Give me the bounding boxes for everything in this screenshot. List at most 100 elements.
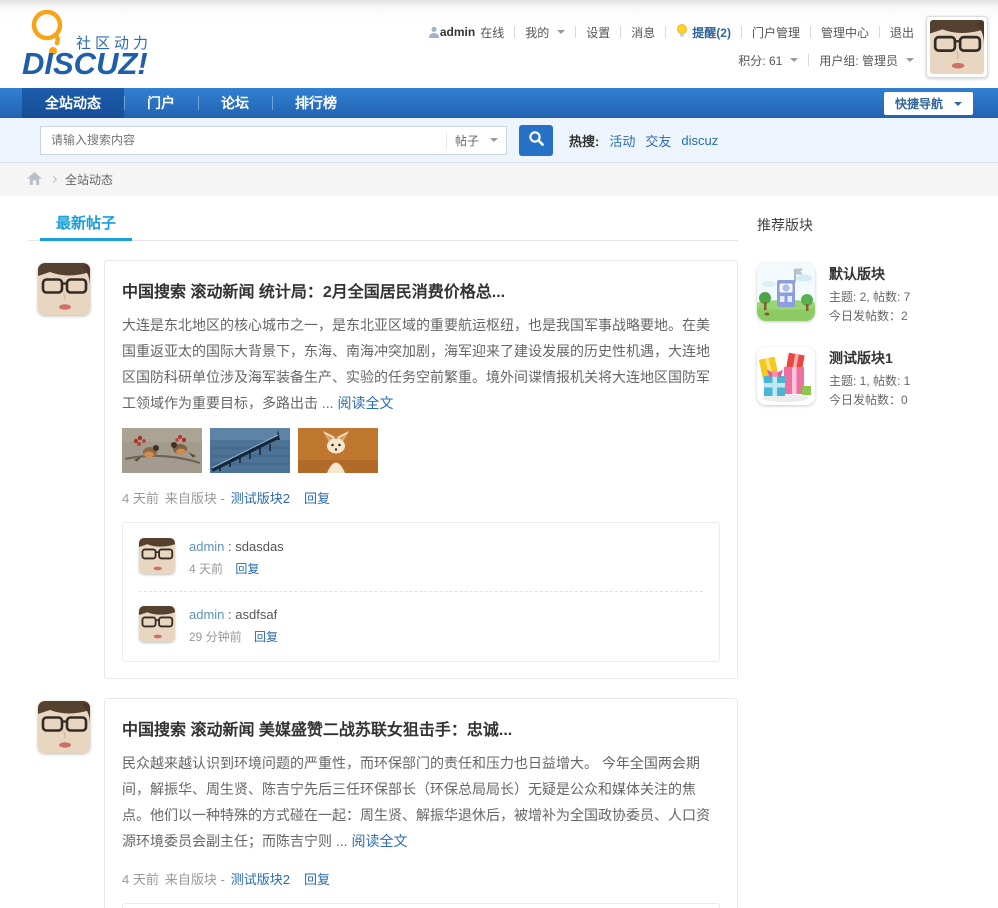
reply-item: admin : asdfsaf 29 分钟前 回复	[139, 606, 703, 645]
notice-link[interactable]: 提醒(2)	[676, 23, 731, 41]
tab-latest-posts[interactable]: 最新帖子	[40, 210, 133, 241]
post-item: 中国搜索 滚动新闻 美媒盛赞二战苏联女狙击手：忠诚... 民众越来越认识到环境问…	[28, 698, 738, 908]
search-box: 帖子	[40, 125, 507, 155]
search-button[interactable]	[519, 124, 553, 156]
logout-link[interactable]: 退出	[890, 24, 914, 41]
home-icon[interactable]	[27, 171, 42, 188]
post-replies-box: admin : asfsdfsadf 4 天前 回复	[122, 903, 720, 908]
caret-down-icon	[906, 58, 914, 62]
post-reply-link[interactable]: 回复	[304, 869, 330, 888]
divider	[740, 26, 742, 38]
nav-tab-ranking[interactable]: 排行榜	[272, 88, 360, 118]
user-menu-row: admin 在线 我的 设置 消息 提醒(2) 门户管理 管理中心 退出	[428, 23, 914, 41]
admin-avatar-image	[38, 263, 90, 315]
hot-search: 热搜: 活动 交友 discuz	[569, 131, 718, 150]
search-input[interactable]	[41, 127, 446, 153]
post-author-avatar[interactable]	[38, 701, 90, 753]
nav-tab-forum[interactable]: 论坛	[198, 88, 272, 118]
caret-down-icon	[790, 58, 799, 62]
divider	[620, 26, 622, 38]
user-avatar[interactable]	[926, 16, 988, 78]
user-stats-row: 积分: 61 用户组: 管理员	[428, 52, 914, 68]
username-link[interactable]: admin	[440, 25, 475, 39]
reply-action-link[interactable]: 回复	[235, 562, 259, 576]
post-meta: 4 天前 来自版块 - 测试版块2 回复	[122, 869, 720, 888]
reply-time: 29 分钟前	[189, 630, 242, 644]
nav-tab-feed[interactable]: 全站动态	[22, 88, 124, 118]
reply-username-link[interactable]: admin	[189, 607, 224, 622]
post-excerpt: 大连是东北地区的核心城市之一，是东北亚区域的重要航运枢纽，也是我国军事战略要地。…	[122, 317, 710, 411]
post-thumbnail-bridge[interactable]	[210, 428, 290, 473]
divider	[665, 26, 667, 38]
settings-link[interactable]: 设置	[586, 24, 610, 41]
recommended-board-item: 测试版块1 主题: 1, 帖数: 1 今日发帖数：0	[757, 347, 970, 408]
post-from-label: 来自版块 -	[164, 491, 225, 506]
notice-bulb-icon	[676, 23, 688, 41]
post-thumbnail-fennec-fox[interactable]	[298, 428, 378, 473]
board-info: 测试版块1 主题: 1, 帖数: 1 今日发帖数：0	[829, 347, 910, 408]
search-bar-row: 帖子 热搜: 活动 交友 discuz	[0, 118, 998, 163]
hot-search-link[interactable]: 活动	[609, 131, 635, 150]
board-stats: 主题: 1, 帖数: 1	[829, 374, 911, 388]
reply-action-link[interactable]: 回复	[254, 630, 278, 644]
reply-item: admin : sdasdas 4 天前 回复	[139, 538, 703, 592]
content-area: 最新帖子 中国搜索 滚动新闻 统计局：2月全国居民消费价格总... 大连是东北地…	[0, 196, 998, 908]
admin-avatar-image	[38, 701, 90, 753]
reply-separator: :	[224, 539, 236, 554]
board-name-link[interactable]: 测试版块1	[829, 348, 910, 368]
chevron-right-icon	[49, 175, 58, 184]
breadcrumb-current: 全站动态	[65, 173, 114, 187]
feed-tabbar: 最新帖子	[28, 210, 738, 241]
portal-admin-link[interactable]: 门户管理	[752, 24, 800, 41]
search-icon	[528, 130, 545, 150]
post-thumbnails	[122, 428, 720, 473]
reply-username-link[interactable]: admin	[189, 539, 224, 554]
post-thumbnail-birds[interactable]	[122, 428, 202, 473]
post-title-link[interactable]: 中国搜索 滚动新闻 美媒盛赞二战苏联女狙击手：忠诚...	[122, 716, 720, 740]
caret-down-icon	[954, 101, 962, 106]
site-header: 社区动力 DISCUZ! admin 在线 我的 设置 消息 提醒(2) 门户管…	[0, 0, 998, 88]
post-author-avatar[interactable]	[38, 263, 90, 315]
reply-avatar[interactable]	[139, 606, 175, 642]
post-title-link[interactable]: 中国搜索 滚动新闻 统计局：2月全国居民消费价格总...	[122, 278, 720, 302]
board-name-link[interactable]: 默认版块	[829, 264, 910, 284]
read-more-link[interactable]: 阅读全文	[351, 833, 407, 849]
post-board-link[interactable]: 测试版块2	[231, 488, 290, 507]
reply-time: 4 天前	[189, 562, 224, 576]
my-menu[interactable]: 我的	[525, 24, 566, 41]
user-icon	[428, 26, 440, 38]
post-reply-link[interactable]: 回复	[304, 488, 330, 507]
reply-separator: :	[224, 607, 236, 622]
admin-avatar-image	[139, 538, 175, 574]
recommended-board-item: 默认版块 主题: 2, 帖数: 7 今日发帖数：2	[757, 263, 970, 324]
divider	[878, 26, 880, 38]
post-item: 中国搜索 滚动新闻 统计局：2月全国居民消费价格总... 大连是东北地区的核心城…	[28, 260, 738, 679]
gift-boxes-icon[interactable]	[757, 347, 815, 405]
board-today-posts: 今日发帖数：2	[829, 309, 908, 323]
caret-down-icon	[557, 30, 566, 34]
school-building-icon[interactable]	[757, 263, 815, 321]
post-body-box: 中国搜索 滚动新闻 美媒盛赞二战苏联女狙击手：忠诚... 民众越来越认识到环境问…	[104, 698, 738, 908]
board-stats: 主题: 2, 帖数: 7	[829, 290, 911, 304]
post-body-box: 中国搜索 滚动新闻 统计局：2月全国居民消费价格总... 大连是东北地区的核心城…	[104, 260, 738, 679]
post-board-link[interactable]: 测试版块2	[231, 869, 290, 888]
usergroup-dropdown[interactable]: 用户组: 管理员	[819, 52, 914, 69]
admin-center-link[interactable]: 管理中心	[821, 24, 869, 41]
hot-search-link[interactable]: discuz	[681, 133, 718, 148]
breadcrumb: 全站动态	[0, 163, 998, 196]
nav-tab-portal[interactable]: 门户	[124, 88, 198, 118]
search-type-dropdown[interactable]: 帖子	[446, 131, 506, 149]
divider	[809, 26, 811, 38]
read-more-link[interactable]: 阅读全文	[337, 395, 393, 411]
admin-avatar-image	[139, 606, 175, 642]
sidebar-title: 推荐版块	[757, 217, 813, 233]
quick-nav-button[interactable]: 快捷导航	[883, 92, 973, 115]
reply-avatar[interactable]	[139, 538, 175, 574]
messages-link[interactable]: 消息	[631, 24, 655, 41]
post-excerpt: 民众越来越认识到环境问题的严重性，而环保部门的责任和压力也日益增大。 今年全国两…	[122, 755, 710, 849]
logo-brand-text: DISCUZ!	[22, 46, 148, 81]
discuz-logo[interactable]: 社区动力 DISCUZ!	[20, 4, 210, 84]
hot-search-link[interactable]: 交友	[645, 131, 671, 150]
post-replies-box: admin : sdasdas 4 天前 回复 admin: asdfsaf …	[122, 522, 720, 662]
credits-dropdown[interactable]: 积分: 61	[738, 52, 799, 69]
